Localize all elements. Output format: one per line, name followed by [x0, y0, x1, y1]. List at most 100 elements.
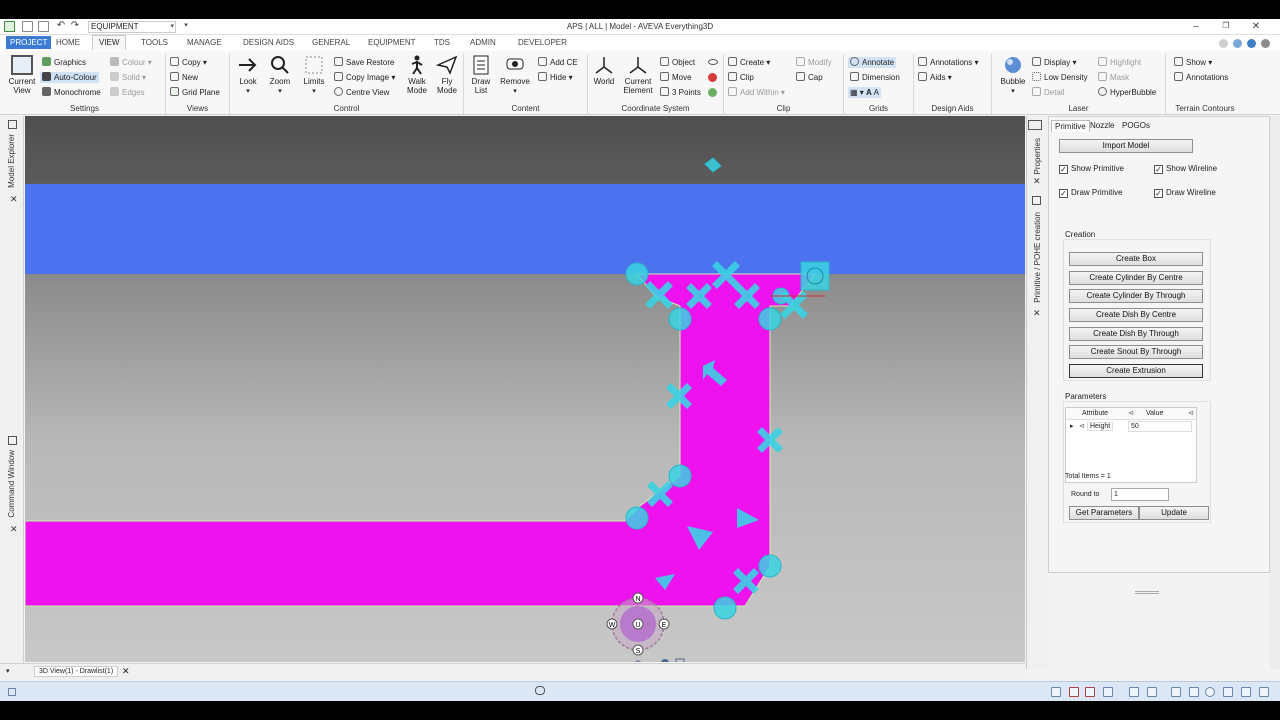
- status-measure-icon[interactable]: [1129, 687, 1139, 697]
- ribbon-help-icon[interactable]: [1233, 39, 1242, 48]
- handle-circle[interactable]: [625, 506, 649, 530]
- fly-mode-button[interactable]: Fly Mode: [434, 55, 460, 95]
- tab-home[interactable]: HOME: [56, 38, 80, 47]
- look-button[interactable]: Look ▾: [234, 55, 262, 96]
- view-cube-east[interactable]: E: [662, 622, 667, 629]
- header-pin-icon[interactable]: ⊲: [1188, 409, 1194, 417]
- show-wireline-checkbox[interactable]: ✓ Show Wireline: [1154, 164, 1217, 174]
- save-restore-button[interactable]: Save Restore: [334, 57, 394, 68]
- nav-forward-icon[interactable]: →: [607, 659, 616, 662]
- world-button[interactable]: World: [590, 55, 618, 86]
- nav-cube-icon[interactable]: [675, 658, 685, 662]
- create-snout-by-through-button[interactable]: Create Snout By Through: [1069, 345, 1203, 359]
- bubble-button[interactable]: Bubble ▾: [996, 55, 1030, 96]
- header-attribute[interactable]: Attribute: [1082, 410, 1108, 417]
- command-window-pin-icon[interactable]: [8, 436, 17, 445]
- clip-button[interactable]: Clip: [728, 72, 754, 83]
- create-cylinder-by-through-button[interactable]: Create Cylinder By Through: [1069, 289, 1203, 303]
- ribbon-info-icon[interactable]: [1247, 39, 1256, 48]
- create-dish-by-through-button[interactable]: Create Dish By Through: [1069, 327, 1203, 341]
- model-canvas[interactable]: N S E W U ← →: [25, 116, 1025, 662]
- view-cube-north[interactable]: N: [635, 596, 640, 603]
- status-chat-icon[interactable]: [535, 686, 545, 695]
- centre-view-button[interactable]: Centre View: [334, 87, 389, 98]
- model-explorer-pin-icon[interactable]: [8, 120, 17, 129]
- minimize-button[interactable]: –: [1188, 21, 1204, 32]
- modify-button[interactable]: Modify: [796, 57, 832, 68]
- tab-project[interactable]: PROJECT: [6, 36, 52, 49]
- handle-circle[interactable]: [758, 307, 782, 331]
- edges-button[interactable]: Edges: [110, 87, 145, 98]
- nav-globe-icon[interactable]: [661, 659, 669, 662]
- ribbon-collapse-icon[interactable]: [1219, 39, 1228, 48]
- tab-equipment[interactable]: EQUIPMENT: [368, 38, 416, 47]
- highlight-button[interactable]: Highlight: [1098, 57, 1141, 68]
- create-cylinder-by-centre-button[interactable]: Create Cylinder By Centre: [1069, 271, 1203, 285]
- tab-developer[interactable]: DEVELOPER: [518, 38, 567, 47]
- tab-nozzle[interactable]: Nozzle: [1087, 120, 1117, 131]
- hide-button[interactable]: Hide ▾: [538, 72, 573, 83]
- tab-admin[interactable]: ADMIN: [470, 38, 496, 47]
- round-to-input[interactable]: 1: [1111, 488, 1169, 501]
- green-ball-icon[interactable]: [708, 88, 717, 97]
- remove-button[interactable]: Remove ▾: [498, 55, 532, 96]
- parameters-grid[interactable]: Attribute ⊲ Value ⊲ ▸ ⊲ Height 50: [1065, 407, 1197, 483]
- grid-text-button[interactable]: ▦ ▾ A A: [848, 87, 881, 98]
- get-parameters-button[interactable]: Get Parameters: [1069, 506, 1139, 520]
- nav-back-icon[interactable]: ←: [591, 659, 600, 662]
- three-points-button[interactable]: 3 Points: [660, 87, 701, 98]
- status-fit-icon[interactable]: [1189, 687, 1199, 697]
- properties-pin-icon[interactable]: [1028, 120, 1042, 130]
- show-primitive-checkbox[interactable]: ✓ Show Primitive: [1059, 164, 1124, 174]
- add-ce-button[interactable]: Add CE: [538, 57, 578, 68]
- create-extrusion-button[interactable]: Create Extrusion: [1069, 364, 1203, 378]
- display-button[interactable]: Display ▾: [1032, 57, 1076, 68]
- model-explorer-tab[interactable]: Model Explorer: [7, 134, 16, 188]
- clip-create-button[interactable]: Create ▾: [728, 57, 770, 68]
- maximize-button[interactable]: ❐: [1218, 21, 1234, 30]
- handle-diamond[interactable]: [704, 157, 722, 173]
- command-window-tab[interactable]: Command Window: [7, 450, 16, 518]
- cap-button[interactable]: Cap: [796, 72, 823, 83]
- status-layers-icon[interactable]: [1069, 687, 1079, 697]
- move-button[interactable]: Move: [660, 72, 692, 83]
- status-view-icon[interactable]: [1223, 687, 1233, 697]
- table-row[interactable]: ▸ ⊲ Height 50: [1066, 421, 1196, 433]
- header-value[interactable]: Value: [1146, 410, 1163, 417]
- status-nav-icon[interactable]: [1103, 687, 1113, 697]
- solid-button[interactable]: Solid ▾: [110, 72, 146, 83]
- add-within-button[interactable]: Add Within ▾: [728, 87, 785, 98]
- annotate-button[interactable]: Annotate: [848, 57, 897, 68]
- copy-view-button[interactable]: Copy ▾: [170, 57, 207, 68]
- status-flag-icon[interactable]: [1085, 687, 1095, 697]
- hyperbubble-button[interactable]: HyperBubble: [1098, 87, 1156, 98]
- colour-button[interactable]: Colour ▾: [110, 57, 152, 68]
- panel-resize-grip[interactable]: [1135, 591, 1159, 594]
- eye-icon[interactable]: [708, 59, 718, 65]
- terrain-annotations-button[interactable]: Annotations: [1174, 72, 1228, 83]
- tab-view[interactable]: VIEW: [92, 35, 127, 50]
- primitive-creation-tab[interactable]: Primitive / POHE creation: [1033, 212, 1042, 303]
- 3d-viewport[interactable]: N S E W U ← →: [25, 116, 1025, 662]
- properties-tab[interactable]: Properties: [1033, 138, 1042, 174]
- command-window-close-icon[interactable]: ✕: [10, 524, 18, 535]
- view-navigation[interactable]: ← →: [591, 658, 685, 662]
- view-cube-west[interactable]: W: [609, 622, 616, 629]
- tab-tools[interactable]: TOOLS: [141, 38, 168, 47]
- monochrome-button[interactable]: Monochrome: [42, 87, 101, 98]
- tab-tds[interactable]: TDS: [434, 38, 450, 47]
- status-layout-icon[interactable]: [1259, 687, 1269, 697]
- nav-home-icon[interactable]: [635, 660, 641, 662]
- doc-tab-close-icon[interactable]: ✕: [122, 666, 130, 677]
- ribbon-settings-icon[interactable]: [1261, 39, 1270, 48]
- handle-circle[interactable]: [713, 596, 737, 620]
- row-expand-icon[interactable]: ▸: [1070, 422, 1074, 430]
- properties-close-icon[interactable]: ✕: [1033, 176, 1041, 187]
- terrain-show-button[interactable]: Show ▾: [1174, 57, 1212, 68]
- import-model-button[interactable]: Import Model: [1059, 139, 1193, 153]
- dimension-button[interactable]: Dimension: [850, 72, 900, 83]
- panel-scrollbar[interactable]: [1270, 116, 1280, 669]
- header-pin-icon[interactable]: ⊲: [1128, 409, 1134, 417]
- handle-circle[interactable]: [625, 262, 649, 286]
- tab-design-aids[interactable]: DESIGN AIDS: [243, 38, 294, 47]
